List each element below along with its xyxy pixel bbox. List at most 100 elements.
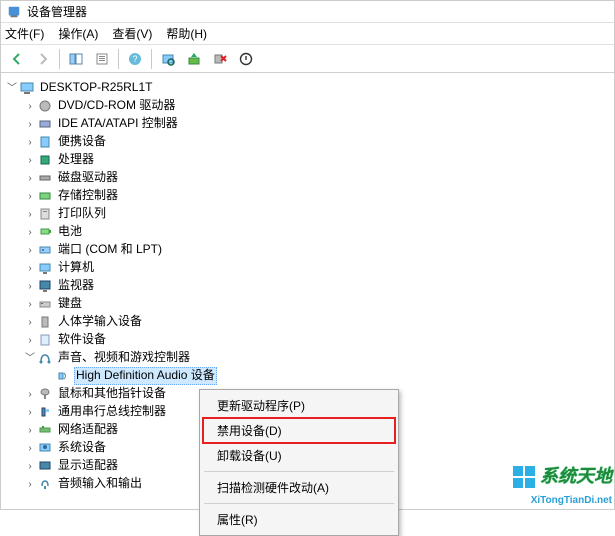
tree-category[interactable]: ›计算机 <box>5 259 610 277</box>
forward-button[interactable] <box>31 47 55 71</box>
category-icon <box>37 188 53 204</box>
ctx-properties[interactable]: 属性(R) <box>203 507 395 532</box>
category-icon <box>37 350 53 366</box>
tree-category[interactable]: ›键盘 <box>5 295 610 313</box>
tree-category[interactable]: › 人体学输入设备 <box>5 313 610 331</box>
menubar: 文件(F) 操作(A) 查看(V) 帮助(H) <box>1 23 614 45</box>
tree-item-label: 系统设备 <box>56 440 108 456</box>
update-driver-button[interactable] <box>182 47 206 71</box>
tree-item-label: DVD/CD-ROM 驱动器 <box>56 98 177 114</box>
tree-item-label: 监视器 <box>56 278 96 294</box>
tree-category[interactable]: › 打印队列 <box>5 205 610 223</box>
toolbar-separator <box>59 49 60 69</box>
tree-item-label: 声音、视频和游戏控制器 <box>56 350 192 366</box>
category-icon <box>37 260 53 276</box>
expand-icon[interactable]: › <box>23 388 37 401</box>
category-icon <box>37 242 53 258</box>
category-icon <box>37 476 53 492</box>
show-hide-console-tree-button[interactable] <box>64 47 88 71</box>
disable-device-button[interactable] <box>208 47 232 71</box>
category-icon <box>37 170 53 186</box>
category-icon <box>37 206 53 222</box>
category-icon <box>37 314 53 330</box>
expand-icon[interactable]: › <box>23 100 37 113</box>
tree-item-label: 便携设备 <box>56 134 108 150</box>
tree-category[interactable]: › IDE ATA/ATAPI 控制器 <box>5 115 610 133</box>
context-menu: 更新驱动程序(P) 禁用设备(D) 卸载设备(U) 扫描检测硬件改动(A) 属性… <box>199 389 399 536</box>
tree-category[interactable]: › 端口 (COM 和 LPT) <box>5 241 610 259</box>
category-icon <box>37 458 53 474</box>
ctx-update-driver[interactable]: 更新驱动程序(P) <box>203 393 395 418</box>
ctx-separator <box>204 471 394 472</box>
collapse-icon[interactable]: ﹀ <box>23 352 37 365</box>
tree-device[interactable]: High Definition Audio 设备 <box>5 367 610 385</box>
tree-item-label: 端口 (COM 和 LPT) <box>56 242 164 258</box>
tree-item-label: 打印队列 <box>56 206 108 222</box>
expand-icon[interactable]: › <box>23 136 37 149</box>
expand-icon[interactable]: › <box>23 298 37 311</box>
category-icon <box>37 152 53 168</box>
expand-icon[interactable]: › <box>23 208 37 221</box>
scan-hardware-button[interactable] <box>156 47 180 71</box>
help-button[interactable]: ? <box>123 47 147 71</box>
tree-item-label: 音频输入和输出 <box>56 476 144 492</box>
tree-category[interactable]: ﹀ 声音、视频和游戏控制器 <box>5 349 610 367</box>
ctx-disable-device[interactable]: 禁用设备(D) <box>203 418 395 443</box>
watermark: 系统天地 XiTongTianDi.net <box>511 464 612 507</box>
tree-root-label: DESKTOP-R25RL1T <box>38 80 154 96</box>
tree-root[interactable]: ﹀ DESKTOP-R25RL1T <box>5 79 610 97</box>
tree-item-label: IDE ATA/ATAPI 控制器 <box>56 116 180 132</box>
tree-category[interactable]: › DVD/CD-ROM 驱动器 <box>5 97 610 115</box>
expand-icon[interactable]: › <box>23 118 37 131</box>
tree-item-label: 鼠标和其他指针设备 <box>56 386 168 402</box>
expand-icon[interactable]: › <box>23 406 37 419</box>
category-icon <box>37 404 53 420</box>
tree-item-label: 处理器 <box>56 152 96 168</box>
ctx-uninstall-device[interactable]: 卸载设备(U) <box>203 443 395 468</box>
expand-icon[interactable]: › <box>23 460 37 473</box>
tree-category[interactable]: › 存储控制器 <box>5 187 610 205</box>
tree-category[interactable]: › 监视器 <box>5 277 610 295</box>
tree-item-label: High Definition Audio 设备 <box>74 367 217 385</box>
category-icon <box>37 386 53 402</box>
tree-category[interactable]: ›磁盘驱动器 <box>5 169 610 187</box>
expand-icon[interactable]: › <box>23 424 37 437</box>
tree-item-label: 通用串行总线控制器 <box>56 404 168 420</box>
expand-icon[interactable]: › <box>23 244 37 257</box>
toolbar-separator <box>151 49 152 69</box>
expand-icon[interactable]: › <box>23 262 37 275</box>
expand-icon[interactable]: › <box>23 172 37 185</box>
category-icon <box>37 116 53 132</box>
menu-help[interactable]: 帮助(H) <box>166 25 207 42</box>
expand-icon[interactable]: › <box>23 316 37 329</box>
ctx-scan-hardware[interactable]: 扫描检测硬件改动(A) <box>203 475 395 500</box>
properties-button[interactable] <box>90 47 114 71</box>
watermark-text-zh: 系统天地 <box>540 466 612 486</box>
expand-icon[interactable]: › <box>23 154 37 167</box>
category-icon <box>37 98 53 114</box>
expand-icon[interactable]: › <box>23 442 37 455</box>
tree-item-label: 存储控制器 <box>56 188 120 204</box>
computer-icon <box>19 80 35 96</box>
expand-icon[interactable]: › <box>23 280 37 293</box>
expand-icon[interactable]: › <box>23 190 37 203</box>
tree-category[interactable]: ›电池 <box>5 223 610 241</box>
category-icon <box>37 224 53 240</box>
back-button[interactable] <box>5 47 29 71</box>
expand-icon[interactable]: › <box>23 334 37 347</box>
menu-view[interactable]: 查看(V) <box>112 25 152 42</box>
ctx-separator <box>204 503 394 504</box>
tree-item-label: 人体学输入设备 <box>56 314 144 330</box>
tree-category[interactable]: › 便携设备 <box>5 133 610 151</box>
audio-device-icon <box>55 368 71 384</box>
svg-text:?: ? <box>132 54 137 64</box>
tree-category[interactable]: › 处理器 <box>5 151 610 169</box>
category-icon <box>37 134 53 150</box>
expand-icon[interactable]: › <box>23 478 37 491</box>
expand-icon[interactable]: › <box>23 226 37 239</box>
menu-action[interactable]: 操作(A) <box>58 25 98 42</box>
uninstall-device-button[interactable] <box>234 47 258 71</box>
collapse-icon[interactable]: ﹀ <box>5 82 19 95</box>
menu-file[interactable]: 文件(F) <box>5 25 44 42</box>
tree-category[interactable]: ›软件设备 <box>5 331 610 349</box>
